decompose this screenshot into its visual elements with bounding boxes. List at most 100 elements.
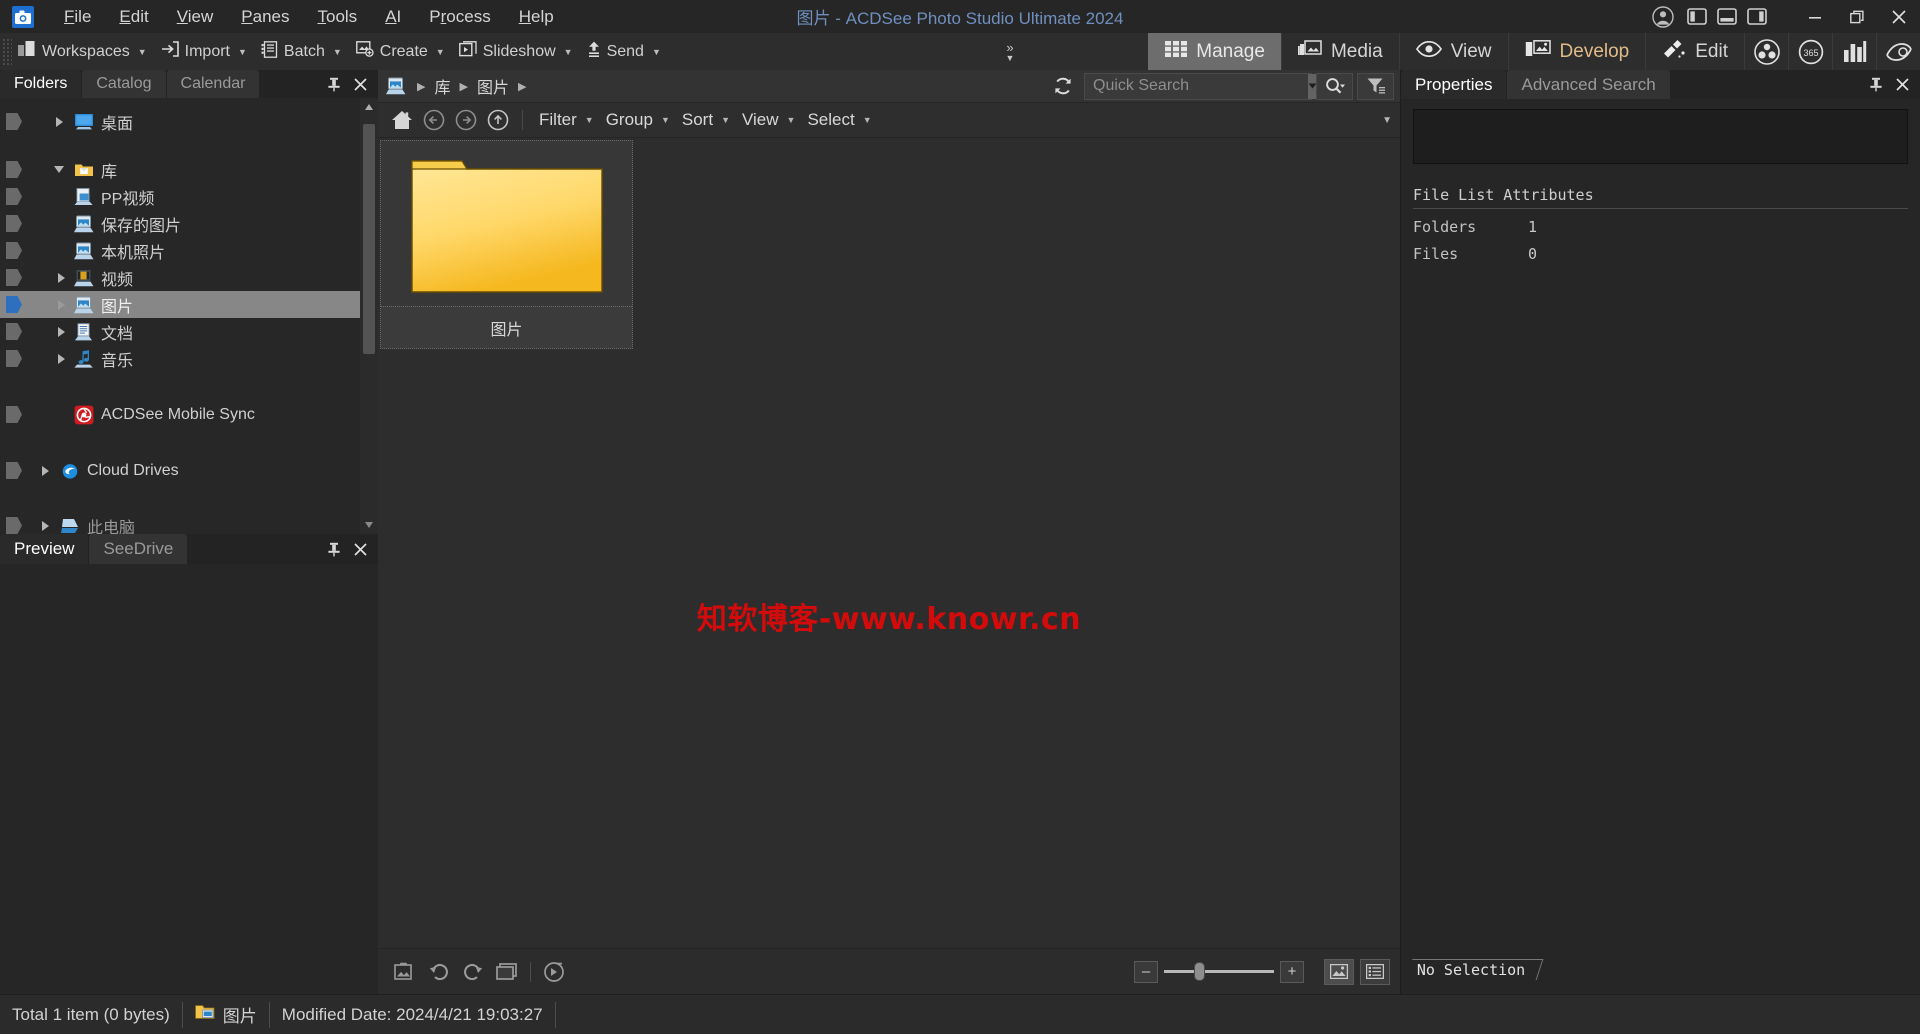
tag-chip[interactable]: [6, 215, 22, 232]
expander-collapsed-icon[interactable]: [38, 519, 52, 533]
breadcrumb-item-1[interactable]: 图片: [477, 74, 509, 98]
tab-seedrive[interactable]: SeeDrive: [89, 534, 188, 564]
tag-chip[interactable]: [6, 296, 22, 313]
user-account-icon[interactable]: [1644, 0, 1682, 33]
scroll-up-icon[interactable]: [360, 98, 378, 116]
tab-view[interactable]: View: [1398, 33, 1508, 70]
expander-collapsed-icon[interactable]: [54, 352, 68, 366]
select-menu[interactable]: Select ▼: [799, 107, 875, 133]
filter-funnel-icon[interactable]: [1357, 72, 1394, 100]
toolbar-overflow-button[interactable]: » ▼: [998, 41, 1022, 63]
tree-item-documents[interactable]: 文档: [0, 318, 360, 345]
toolbar-import-dropdown[interactable]: ▼: [238, 47, 247, 57]
layout-right-icon[interactable]: [1742, 0, 1772, 33]
365-icon[interactable]: 365: [1788, 33, 1832, 70]
tab-develop[interactable]: Develop: [1507, 33, 1646, 70]
rotate-left-icon[interactable]: [422, 956, 456, 988]
expander-expanded-icon[interactable]: [52, 163, 66, 177]
tree-item-pp-video[interactable]: PP视频: [0, 183, 360, 210]
toolbar-batch-dropdown[interactable]: ▼: [333, 47, 342, 57]
file-list[interactable]: 图片 知软博客-www.knowr.cn: [378, 139, 1400, 948]
pin-icon[interactable]: [322, 72, 346, 96]
forward-arrow-icon[interactable]: [450, 105, 482, 135]
expander-collapsed-icon[interactable]: [54, 298, 68, 312]
tab-manage[interactable]: Manage: [1148, 33, 1281, 70]
menu-edit[interactable]: Edit: [105, 3, 162, 31]
tree-item-pictures[interactable]: 图片: [0, 291, 360, 318]
acdsee-refresh-icon[interactable]: [1876, 33, 1920, 70]
up-arrow-icon[interactable]: [482, 105, 514, 135]
zoom-out-button[interactable]: –: [1134, 960, 1158, 983]
tab-edit[interactable]: Edit: [1645, 33, 1744, 70]
menu-tools[interactable]: Tools: [304, 3, 372, 31]
pin-icon[interactable]: [1864, 73, 1888, 97]
toolbar-workspaces-button[interactable]: Workspaces: [12, 38, 136, 65]
toolbar-slideshow-dropdown[interactable]: ▼: [564, 47, 573, 57]
toolbar-create-button[interactable]: Create: [350, 38, 434, 65]
close-icon[interactable]: [348, 72, 372, 96]
scroll-down-icon[interactable]: [360, 516, 378, 534]
filter-menu[interactable]: Filter ▼: [531, 107, 598, 133]
menu-view[interactable]: View: [163, 3, 228, 31]
close-icon[interactable]: [348, 537, 372, 561]
toolbar-send-button[interactable]: Send: [581, 38, 650, 66]
toolbar-grip[interactable]: [2, 37, 12, 66]
tab-media[interactable]: Media: [1280, 33, 1399, 70]
tree-item-desktop[interactable]: 桌面: [0, 108, 360, 135]
toolbar-batch-button[interactable]: Batch: [255, 38, 331, 66]
tree-item-partial[interactable]: 此电脑: [0, 512, 360, 534]
tag-chip[interactable]: [6, 161, 22, 178]
expander-collapsed-icon[interactable]: [52, 115, 66, 129]
tag-chip[interactable]: [6, 462, 22, 479]
tag-chip[interactable]: [6, 323, 22, 340]
rotate-right-icon[interactable]: [456, 956, 490, 988]
tag-chip[interactable]: [6, 406, 22, 423]
toolbar-create-dropdown[interactable]: ▼: [436, 47, 445, 57]
menu-ai[interactable]: AI: [371, 3, 415, 31]
tab-properties[interactable]: Properties: [1401, 70, 1507, 99]
restore-button[interactable]: [1836, 0, 1878, 33]
expander-collapsed-icon[interactable]: [54, 271, 68, 285]
search-input[interactable]: [1085, 73, 1308, 99]
window-icon[interactable]: [490, 956, 524, 988]
tree-scrollbar[interactable]: [360, 98, 378, 534]
menu-process[interactable]: Process: [415, 3, 504, 31]
tree-item-library[interactable]: 库: [0, 156, 360, 183]
tag-chip[interactable]: [6, 269, 22, 286]
breadcrumb-root-icon[interactable]: [386, 77, 406, 95]
breadcrumb-item-0[interactable]: 库: [434, 74, 450, 98]
refresh-icon[interactable]: [1046, 72, 1080, 100]
expander-collapsed-icon[interactable]: [54, 325, 68, 339]
tab-catalog[interactable]: Catalog: [82, 70, 166, 98]
chart-icon[interactable]: [1832, 33, 1876, 70]
toolbar-send-dropdown[interactable]: ▼: [652, 47, 661, 57]
properties-note-field[interactable]: [1413, 109, 1908, 164]
thumbnail-view-icon[interactable]: [1324, 958, 1354, 985]
pin-icon[interactable]: [322, 537, 346, 561]
home-icon[interactable]: [386, 105, 418, 135]
toolbar-workspaces-dropdown[interactable]: ▼: [138, 47, 147, 57]
people-icon[interactable]: [1744, 33, 1788, 70]
tab-preview[interactable]: Preview: [0, 534, 89, 564]
tab-folders[interactable]: Folders: [0, 70, 82, 98]
expander-collapsed-icon[interactable]: [38, 464, 52, 478]
menu-help[interactable]: Help: [505, 3, 568, 31]
layout-left-icon[interactable]: [1682, 0, 1712, 33]
menu-panes[interactable]: Panes: [227, 3, 303, 31]
tree-item-music[interactable]: 音乐: [0, 345, 360, 372]
tab-advanced-search[interactable]: Advanced Search: [1507, 70, 1670, 99]
tree-item-videos[interactable]: 视频: [0, 264, 360, 291]
close-icon[interactable]: [1890, 73, 1914, 97]
tab-calendar[interactable]: Calendar: [166, 70, 260, 98]
tree-item-local-photos[interactable]: 本机照片: [0, 237, 360, 264]
tree-item-cloud-drives[interactable]: Cloud Drives: [0, 457, 360, 484]
menu-file[interactable]: File: [50, 3, 105, 31]
minimize-button[interactable]: [1794, 0, 1836, 33]
play-icon[interactable]: [537, 956, 571, 988]
toolbar-slideshow-button[interactable]: Slideshow: [453, 38, 562, 65]
zoom-slider-thumb[interactable]: [1194, 962, 1205, 981]
tree-item-saved-pictures[interactable]: 保存的图片: [0, 210, 360, 237]
toolbar-import-button[interactable]: Import: [155, 38, 236, 65]
back-arrow-icon[interactable]: [418, 105, 450, 135]
zoom-slider[interactable]: [1164, 962, 1274, 982]
